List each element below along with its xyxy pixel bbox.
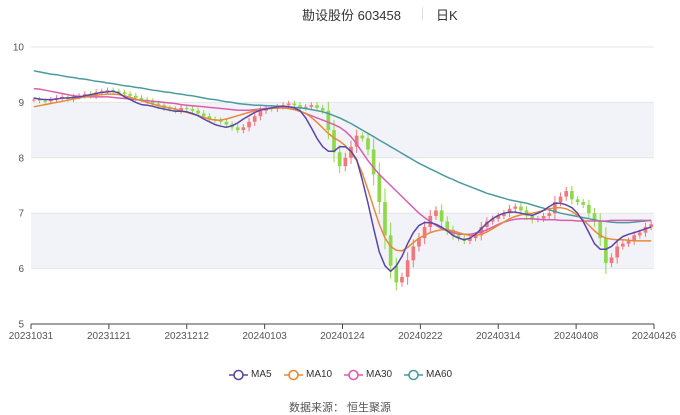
y-tick-label: 9 bbox=[18, 98, 24, 109]
legend-label-ma60: MA60 bbox=[426, 369, 453, 380]
x-tick-label: 20240103 bbox=[242, 331, 287, 342]
candle-down bbox=[366, 138, 370, 150]
x-axis: 20231031 20231121 20231212 20240103 20240124… bbox=[9, 323, 677, 342]
candle-down bbox=[43, 100, 47, 102]
candle-up bbox=[343, 157, 348, 167]
candle-up bbox=[621, 243, 625, 247]
legend: MA5 MA10 MA30 MA60 bbox=[0, 367, 680, 383]
candle-up bbox=[258, 110, 263, 117]
y-tick-label: 6 bbox=[18, 264, 24, 275]
candle-down bbox=[133, 95, 138, 98]
candle-down bbox=[587, 204, 591, 214]
candle-up bbox=[411, 246, 416, 261]
candle-up bbox=[434, 210, 438, 216]
candle-down bbox=[292, 103, 297, 106]
y-tick-label: 10 bbox=[13, 43, 25, 54]
y-axis-ticks: 5 6 7 8 9 10 bbox=[13, 43, 25, 331]
candle-down bbox=[315, 105, 319, 108]
x-tick-label: 20240426 bbox=[632, 331, 677, 342]
candle-down bbox=[445, 221, 450, 230]
candle-up bbox=[31, 99, 36, 101]
candle-up bbox=[638, 232, 642, 236]
candle-down bbox=[394, 265, 399, 283]
candle-up bbox=[252, 116, 257, 122]
ma5-legend-icon bbox=[229, 369, 248, 381]
candle-down bbox=[604, 238, 608, 264]
candle-down bbox=[332, 130, 336, 153]
ma30-legend-icon bbox=[344, 369, 363, 381]
candle-down bbox=[383, 202, 387, 236]
candle-up bbox=[241, 127, 246, 131]
candle-down bbox=[388, 235, 393, 266]
candle-up bbox=[558, 196, 563, 203]
candle-down bbox=[371, 149, 376, 175]
x-tick-label: 20231121 bbox=[87, 331, 131, 342]
candle-down bbox=[235, 127, 240, 131]
candle-up bbox=[609, 257, 614, 264]
candle-down bbox=[337, 152, 342, 167]
candle-up bbox=[541, 215, 546, 219]
legend-label-ma5: MA5 bbox=[251, 369, 272, 380]
legend-label-ma30: MA30 bbox=[366, 369, 393, 380]
candle-up bbox=[405, 260, 410, 277]
candle-down bbox=[377, 174, 382, 203]
candle-up bbox=[400, 276, 404, 283]
x-tick-label: 20240408 bbox=[554, 331, 599, 342]
candle-down bbox=[190, 109, 195, 111]
ma60-legend-icon bbox=[404, 369, 423, 381]
y-tick-label: 5 bbox=[18, 320, 24, 331]
background-band bbox=[31, 213, 654, 269]
candle-down bbox=[122, 92, 127, 95]
candle-down bbox=[196, 110, 200, 114]
legend-label-ma10: MA10 bbox=[306, 369, 333, 380]
candle-up bbox=[649, 224, 654, 228]
candle-up bbox=[513, 206, 518, 209]
candle-down bbox=[320, 107, 325, 111]
x-tick-label: 20231031 bbox=[9, 331, 54, 342]
candlestick-chart: 5 6 7 8 9 10 20231031 20231121 20231212 20240103… bbox=[9, 43, 677, 343]
x-tick-label: 20240124 bbox=[320, 331, 365, 342]
candle-down bbox=[128, 94, 132, 96]
candle-down bbox=[570, 191, 574, 200]
candle-down bbox=[360, 135, 365, 139]
candle-down bbox=[581, 202, 586, 205]
candle-up bbox=[626, 240, 631, 244]
candle-down bbox=[184, 107, 189, 110]
grid-lines bbox=[31, 46, 654, 325]
candle-up bbox=[247, 121, 251, 128]
x-tick-label: 20231212 bbox=[165, 331, 210, 342]
candle-up bbox=[286, 103, 291, 106]
candle-up bbox=[309, 105, 314, 107]
candle-down bbox=[575, 199, 580, 203]
candle-down bbox=[439, 210, 444, 222]
background-bands bbox=[31, 102, 654, 269]
candle-down bbox=[519, 206, 523, 211]
x-tick-label: 20240314 bbox=[476, 331, 521, 342]
x-tick-label: 20240222 bbox=[398, 331, 443, 342]
candle-up bbox=[547, 213, 552, 216]
ma10-legend-icon bbox=[284, 369, 303, 381]
candle-up bbox=[564, 191, 569, 197]
y-tick-label: 8 bbox=[18, 153, 24, 164]
candle-down bbox=[201, 113, 206, 117]
candle-down bbox=[224, 121, 229, 125]
y-tick-label: 7 bbox=[18, 209, 24, 220]
candle-up bbox=[615, 246, 620, 258]
